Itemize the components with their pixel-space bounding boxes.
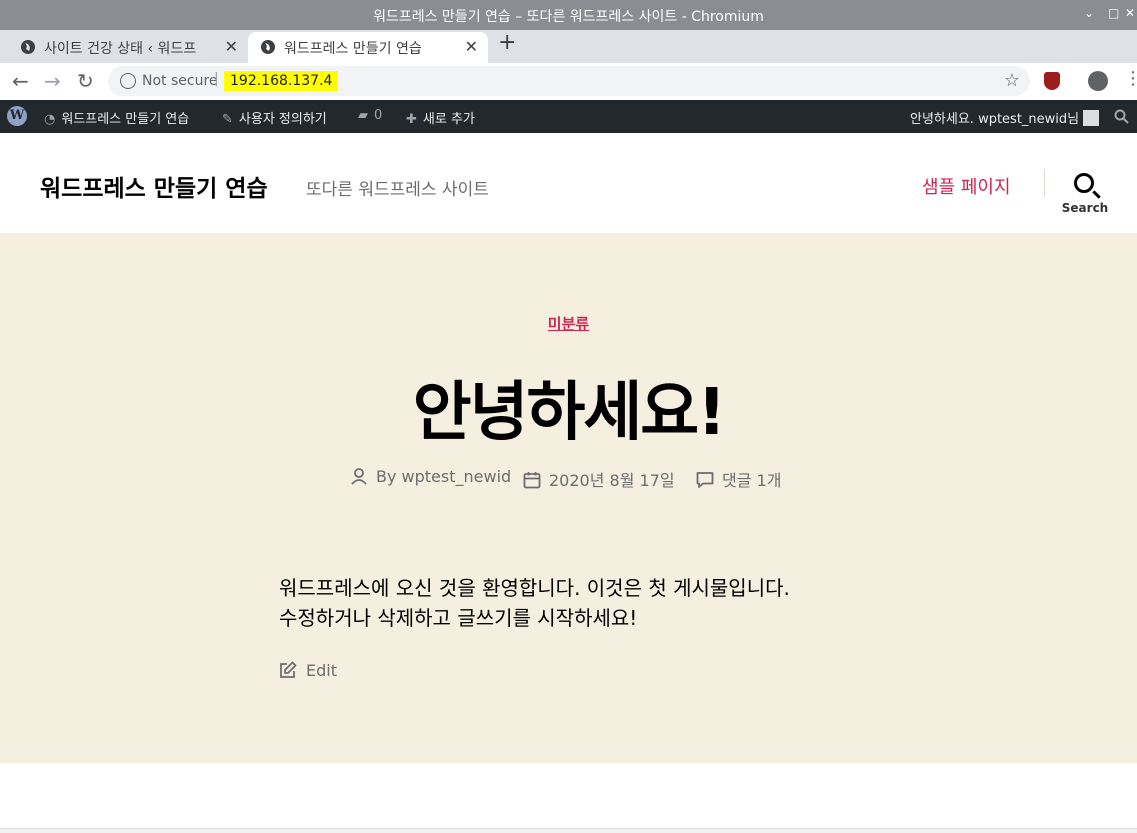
- tab-wordpress-home[interactable]: 워드프레스 만들기 연습 ✕: [248, 32, 488, 63]
- tab-site-health[interactable]: 사이트 건강 상태 ‹ 워드프 ✕: [8, 32, 248, 63]
- globe-icon: [261, 40, 275, 54]
- globe-icon: [21, 40, 35, 54]
- maximize-icon[interactable]: □: [1108, 6, 1119, 20]
- paintbrush-icon: ✎: [222, 112, 233, 127]
- bookmark-star-icon[interactable]: ☆: [1004, 70, 1020, 91]
- post-comments: 댓글 1개: [696, 467, 781, 491]
- edit-label: Edit: [306, 661, 337, 680]
- content-paragraph-line: 수정하거나 삭제하고 글쓰기를 시작하세요!: [279, 606, 638, 630]
- minimize-icon[interactable]: ⌄: [1084, 6, 1094, 20]
- status-strip: [0, 828, 1137, 833]
- menu-item-sample-page[interactable]: 샘플 페이지: [922, 173, 1011, 199]
- site-description: 또다른 워드프레스 사이트: [306, 180, 489, 200]
- post-entry: 미분류 안녕하세요! By wptest_newid 2020년 8월 17일 …: [0, 233, 1137, 763]
- profile-avatar-icon[interactable]: [1088, 71, 1108, 91]
- omnibox-separator: |: [214, 71, 219, 87]
- edit-post-link[interactable]: Edit: [279, 661, 337, 680]
- adminbar-account-link[interactable]: 안녕하세요. wptest_newid님: [910, 108, 1100, 127]
- tab-close-icon[interactable]: ✕: [225, 37, 238, 56]
- ublock-shield-icon[interactable]: [1044, 72, 1060, 90]
- comment-bubble-icon: ▰: [358, 108, 368, 123]
- tab-label: 사이트 건강 상태 ‹ 워드프: [44, 41, 197, 57]
- author-link[interactable]: By wptest_newid: [376, 467, 511, 486]
- calendar-icon: [523, 472, 541, 489]
- forward-arrow-icon[interactable]: →: [44, 69, 61, 93]
- address-bar[interactable]: Not secure | 192.168.137.4 ☆: [108, 66, 1030, 96]
- back-arrow-icon[interactable]: ←: [12, 69, 29, 93]
- security-status: Not secure: [142, 73, 218, 89]
- close-window-icon[interactable]: ✕: [1125, 6, 1135, 20]
- dashboard-gauge-icon: ◔: [44, 112, 56, 127]
- adminbar-site-name: 워드프레스 만들기 연습: [61, 112, 190, 127]
- search-label: Search: [1061, 201, 1109, 215]
- site-title[interactable]: 워드프레스 만들기 연습: [40, 169, 268, 203]
- content-paragraph-line: 워드프레스에 오신 것을 환영합니다. 이것은 첫 게시물입니다.: [279, 576, 790, 600]
- search-icon-handle: [1092, 190, 1101, 199]
- new-tab-button[interactable]: +: [498, 30, 516, 55]
- adminbar-new-label: 새로 추가: [422, 112, 475, 127]
- adminbar-customize-label: 사용자 정의하기: [238, 112, 327, 127]
- adminbar-greeting: 안녕하세요. wptest_newid님: [910, 112, 1080, 127]
- search-icon: [1074, 173, 1094, 193]
- browser-menu-icon[interactable]: ⋮: [1124, 68, 1137, 89]
- adminbar-new-link[interactable]: ✚ 새로 추가: [406, 108, 475, 127]
- adminbar-site-link[interactable]: ◔ 워드프레스 만들기 연습: [44, 108, 189, 127]
- url-text[interactable]: 192.168.137.4: [224, 71, 339, 91]
- browser-toolbar: ← → ↻ Not secure | 192.168.137.4 ☆ ⋮: [0, 63, 1137, 100]
- date-link[interactable]: 2020년 8월 17일: [549, 471, 675, 490]
- tab-label: 워드프레스 만들기 연습: [284, 41, 422, 57]
- category-link[interactable]: 미분류: [548, 315, 589, 333]
- adminbar-customize-link[interactable]: ✎ 사용자 정의하기: [222, 108, 327, 127]
- header-divider: [1044, 169, 1045, 197]
- comments-link[interactable]: 댓글 1개: [722, 471, 781, 490]
- window-titlebar: 워드프레스 만들기 연습 – 또다른 워드프레스 사이트 - Chromium …: [0, 0, 1137, 30]
- edit-pencil-icon: [280, 661, 297, 678]
- tab-close-icon[interactable]: ✕: [465, 37, 478, 56]
- tab-strip: 사이트 건강 상태 ‹ 워드프 ✕ 워드프레스 만들기 연습 ✕ +: [0, 30, 1137, 63]
- info-icon[interactable]: [120, 73, 136, 89]
- adminbar-comments-count: 0: [374, 108, 383, 123]
- wp-admin-bar: W ◔ 워드프레스 만들기 연습 ✎ 사용자 정의하기 ▰ 0 ✚ 새로 추가 안녕하세…: [0, 100, 1137, 133]
- adminbar-comments-link[interactable]: ▰ 0: [358, 108, 382, 123]
- adminbar-search-icon[interactable]: [1114, 109, 1129, 124]
- reload-icon[interactable]: ↻: [77, 69, 94, 93]
- comment-icon: [696, 472, 714, 488]
- post-content: 워드프레스에 오신 것을 환영합니다. 이것은 첫 게시물입니다. 수정하거나 …: [279, 573, 879, 633]
- post-date: 2020년 8월 17일: [523, 467, 675, 491]
- post-author: By wptest_newid: [350, 467, 511, 486]
- user-avatar: [1083, 110, 1100, 126]
- wordpress-logo-icon[interactable]: W: [7, 106, 27, 126]
- user-icon: [351, 468, 367, 485]
- post-title: 안녕하세요!: [412, 376, 727, 450]
- site-header: 워드프레스 만들기 연습 또다른 워드프레스 사이트 샘플 페이지 Search: [0, 133, 1137, 233]
- window-title: 워드프레스 만들기 연습 – 또다른 워드프레스 사이트 - Chromium: [373, 9, 764, 25]
- plus-icon: ✚: [406, 112, 417, 127]
- post-category: 미분류: [0, 313, 1137, 334]
